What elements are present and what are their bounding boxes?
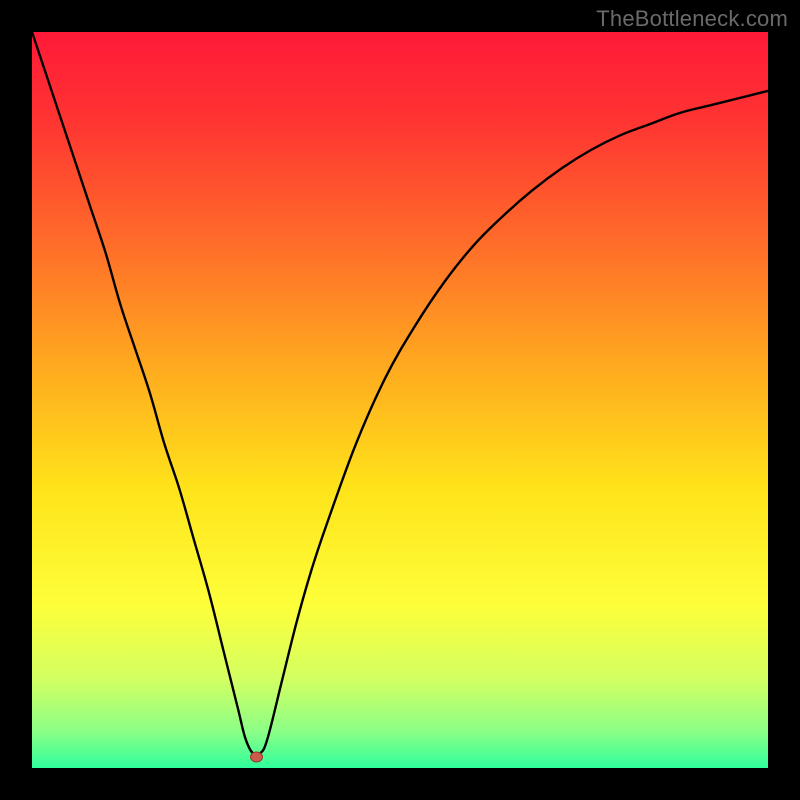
chart-frame: TheBottleneck.com (0, 0, 800, 800)
marker-dot (250, 752, 262, 762)
plot-area (32, 32, 768, 768)
watermark-text: TheBottleneck.com (596, 6, 788, 32)
chart-svg (32, 32, 768, 768)
gradient-background (32, 32, 768, 768)
